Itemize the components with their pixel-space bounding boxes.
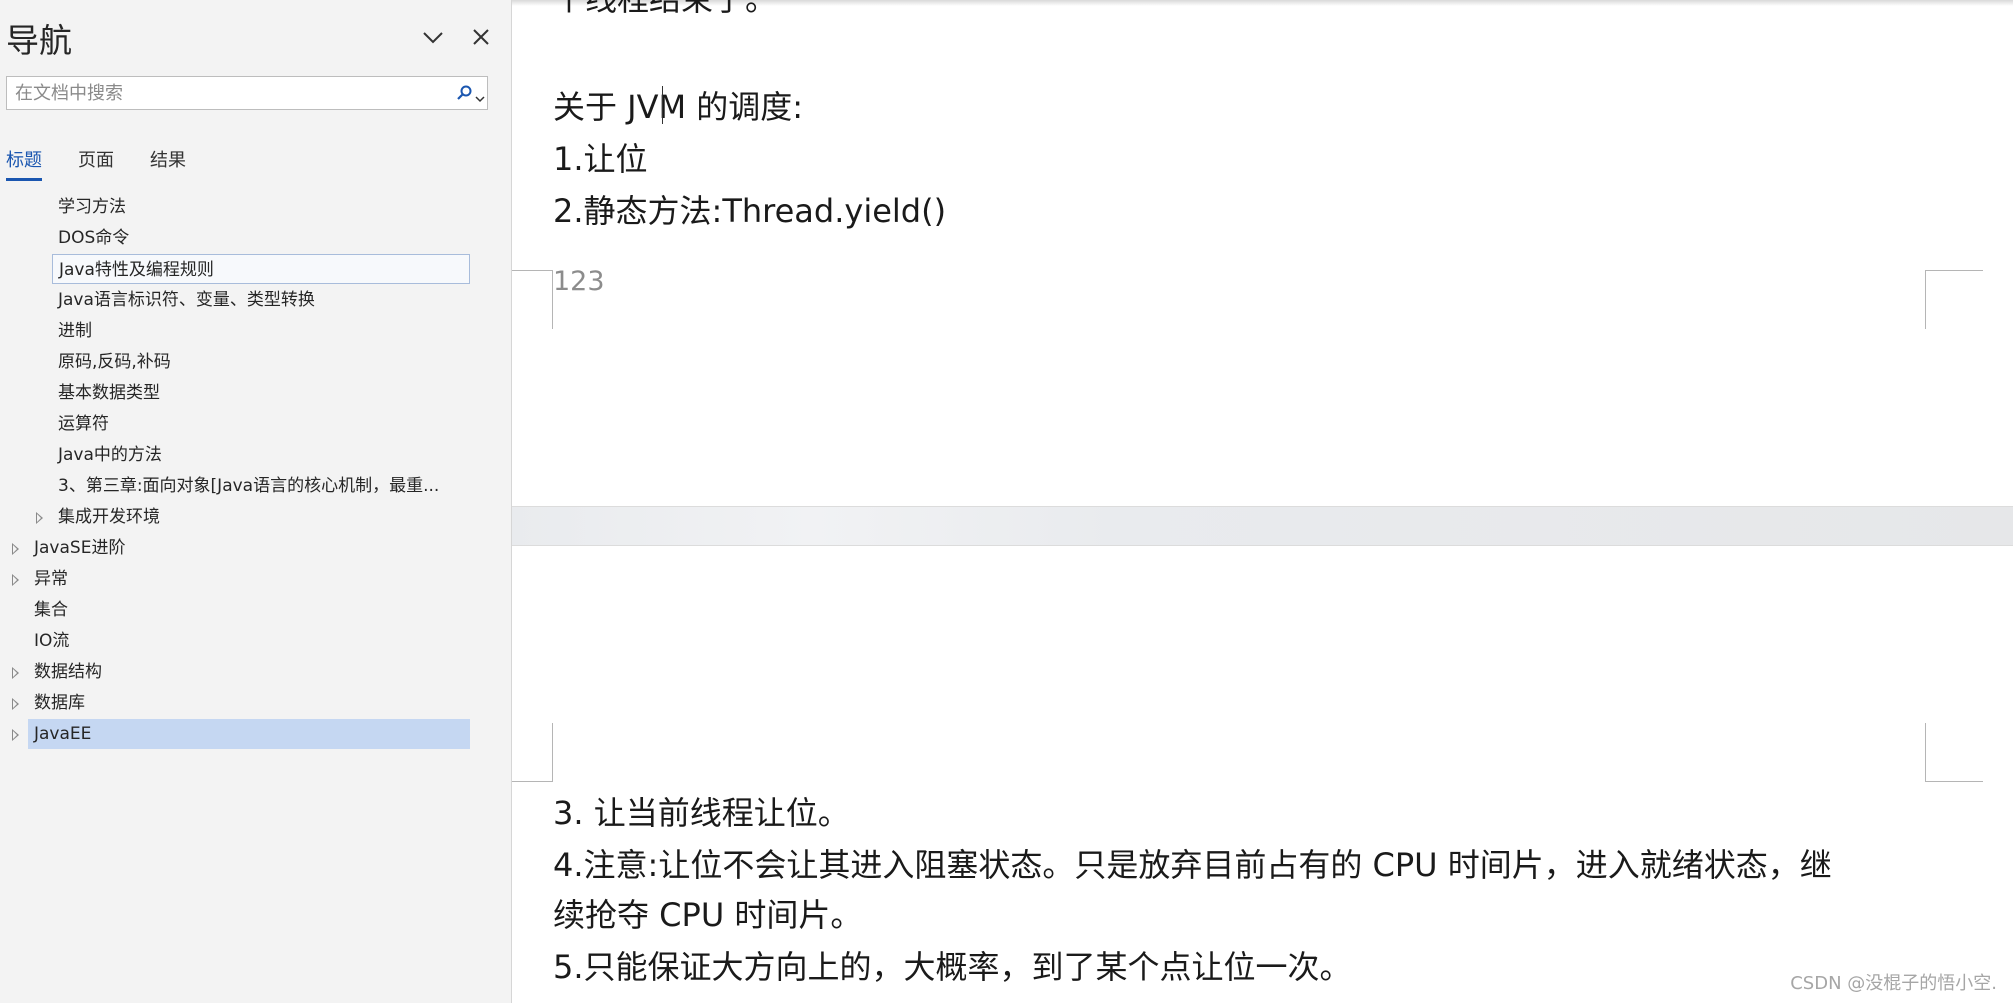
heading-item[interactable]: 基本数据类型 [52,378,470,408]
heading-label: DOS命令 [58,228,130,248]
nav-title: 导航 [6,21,72,60]
search-button[interactable] [455,84,473,102]
heading-label: Java中的方法 [58,445,162,465]
paragraph[interactable]: 3. 让当前线程让位。 [553,788,850,834]
text-cursor [662,86,663,124]
page-break-gap [512,506,2013,546]
heading-item[interactable]: IO流 [28,626,470,656]
expand-arrow-icon[interactable] [12,667,19,679]
heading-item[interactable]: 异常 [28,564,470,594]
search-options-dropdown[interactable] [475,89,485,103]
heading-label: 数据库 [34,693,85,713]
paragraph[interactable]: 2.静态方法:Thread.yield() [553,186,946,232]
heading-item[interactable]: 学习方法 [52,192,470,222]
heading-item[interactable]: 集成开发环境 [52,502,470,532]
nav-header: 导航 [0,0,512,72]
heading-item[interactable]: Java语言标识符、变量、类型转换 [52,285,470,315]
active-tab-indicator [6,178,42,181]
heading-item[interactable]: JavaSE进阶 [28,533,470,563]
paragraph[interactable]: 个线程结束了。 [553,0,777,20]
page-footer[interactable]: 123 [553,266,605,297]
expand-arrow-icon[interactable] [12,543,19,555]
navigation-pane: 导航 标题 页面 结果 [0,0,512,1003]
margin-marker [512,723,553,782]
close-icon [473,29,489,45]
heading-label: Java特性及编程规则 [59,260,214,280]
heading-label: JavaSE进阶 [34,538,126,558]
chevron-down-icon [423,32,443,44]
margin-marker [512,270,553,329]
heading-item[interactable]: Java中的方法 [52,440,470,470]
tab-headings[interactable]: 标题 [6,144,42,178]
search-box [6,76,488,110]
heading-label: IO流 [34,631,70,651]
paragraph[interactable]: 4.注意:让位不会让其进入阻塞状态。只是放弃目前占有的 CPU 时间片，进入就绪… [553,840,1832,886]
paragraph[interactable]: 1.让位 [553,134,648,180]
heading-item[interactable]: 数据结构 [28,657,470,687]
heading-item[interactable]: 进制 [52,316,470,346]
heading-label: 集成开发环境 [58,507,160,527]
tab-results[interactable]: 结果 [150,144,186,178]
expand-arrow-icon[interactable] [12,729,19,741]
heading-item[interactable]: 数据库 [28,688,470,718]
search-input[interactable] [7,77,437,109]
nav-options-button[interactable] [416,20,450,54]
heading-label: 异常 [34,569,68,589]
expand-arrow-icon[interactable] [36,512,43,524]
heading-label: 学习方法 [58,197,126,217]
heading-label: JavaEE [34,724,92,744]
tab-pages[interactable]: 页面 [78,144,114,178]
search-icon [457,85,472,100]
heading-label: 3、第三章:面向对象[Java语言的核心机制，最重... [58,476,440,496]
paragraph[interactable]: 续抢夺 CPU 时间片。 [553,890,862,936]
nav-close-button[interactable] [464,20,498,54]
heading-item[interactable]: DOS命令 [52,223,470,253]
heading-item[interactable]: 集合 [28,595,470,625]
document-area[interactable]: 个线程结束了。 关于 JVM 的调度: 1.让位 2.静态方法:Thread.y… [512,0,2013,1003]
heading-label: 原码,反码,补码 [58,352,171,372]
heading-item[interactable]: Java特性及编程规则 [52,254,470,284]
chevron-down-icon [475,96,485,103]
nav-tabs: 标题 页面 结果 [0,138,512,184]
heading-item[interactable]: 原码,反码,补码 [52,347,470,377]
margin-marker [1925,270,1983,329]
watermark: CSDN @没棍子的悟小空. [1790,973,1997,994]
heading-item[interactable]: JavaEE [28,719,470,749]
expand-arrow-icon[interactable] [12,574,19,586]
heading-label: 运算符 [58,414,109,434]
paragraph[interactable]: 关于 JVM 的调度: [553,82,803,128]
expand-arrow-icon[interactable] [12,698,19,710]
heading-label: 数据结构 [34,662,102,682]
heading-label: 集合 [34,600,68,620]
heading-label: 进制 [58,321,92,341]
heading-item[interactable]: 运算符 [52,409,470,439]
heading-label: 基本数据类型 [58,383,160,403]
heading-label: Java语言标识符、变量、类型转换 [58,290,315,310]
heading-item[interactable]: 3、第三章:面向对象[Java语言的核心机制，最重... [52,471,470,501]
paragraph[interactable]: 5.只能保证大方向上的，大概率，到了某个点让位一次。 [553,942,1352,988]
margin-marker [1925,723,1983,782]
